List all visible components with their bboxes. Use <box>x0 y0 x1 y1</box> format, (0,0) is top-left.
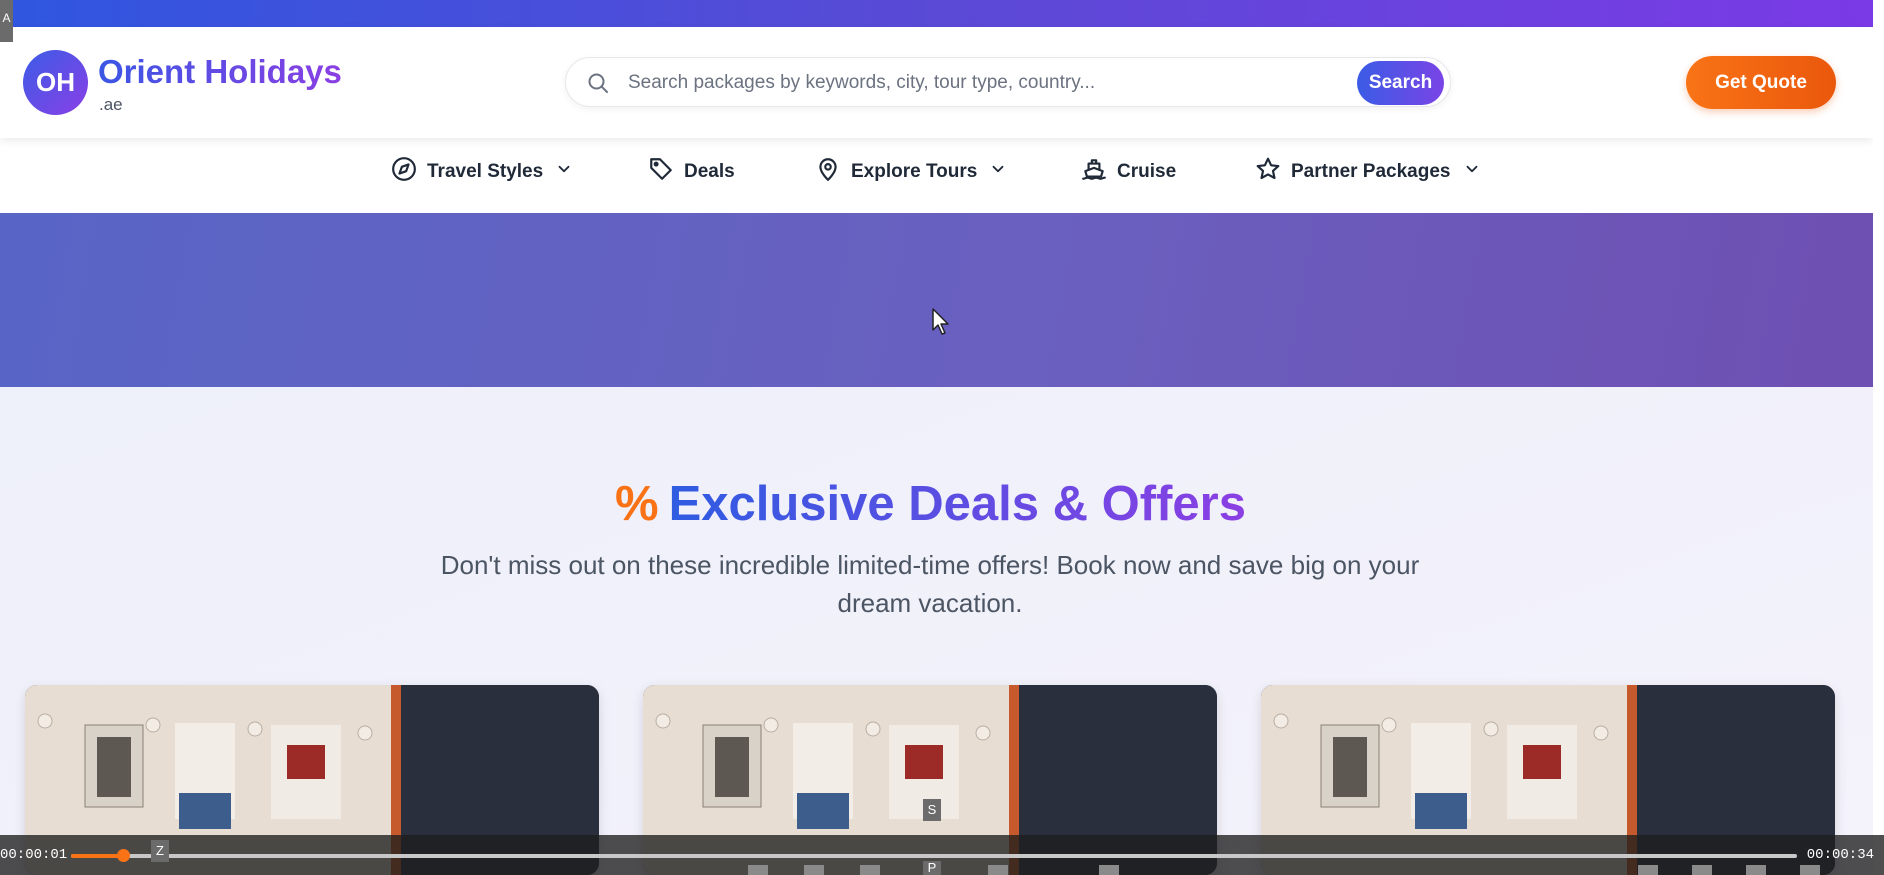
deals-title-text: Exclusive Deals & Offers <box>668 477 1246 531</box>
nav-item-explore-tours[interactable]: Explore Tours <box>815 152 1007 192</box>
nav-item-partner-packages[interactable]: Partner Packages <box>1255 152 1481 192</box>
timeline-tick <box>1099 865 1119 875</box>
percent-icon: % <box>615 477 659 531</box>
main-nav: Travel Styles Deals Explore Tours Cruise… <box>0 138 1873 213</box>
window-edge <box>1873 0 1884 875</box>
search-button[interactable]: Search <box>1357 61 1444 105</box>
search-input[interactable] <box>628 66 1308 100</box>
ship-icon <box>1081 156 1107 188</box>
tag-icon <box>648 156 674 188</box>
compass-icon <box>391 156 417 188</box>
video-player-controls: 00:00:01 00:00:34 <box>0 835 1884 875</box>
timeline-marker[interactable]: Z <box>151 840 169 862</box>
chevron-down-icon <box>555 160 573 184</box>
time-elapsed: 00:00:01 <box>0 847 68 863</box>
nav-label: Partner Packages <box>1291 161 1451 182</box>
nav-label: Cruise <box>1117 161 1177 182</box>
nav-item-travel-styles[interactable]: Travel Styles <box>391 152 573 192</box>
search-bar: Search <box>565 57 1451 107</box>
star-icon <box>1255 156 1281 188</box>
timeline-tick <box>804 865 824 875</box>
timeline-tick <box>1692 865 1712 875</box>
page: OH Orient Holidays .ae Search Get Quote … <box>0 0 1873 875</box>
timeline-marker[interactable]: P <box>923 861 941 875</box>
get-quote-button[interactable]: Get Quote <box>1686 56 1836 109</box>
logo[interactable]: OH <box>23 50 88 115</box>
corner-marker: A <box>0 0 13 42</box>
search-icon <box>586 71 610 95</box>
top-announcement-bar <box>0 0 1873 27</box>
timeline-marker[interactable]: S <box>923 799 941 821</box>
time-total: 00:00:34 <box>1806 847 1874 863</box>
brand-name[interactable]: Orient Holidays <box>98 53 342 91</box>
timeline-tick <box>1638 865 1658 875</box>
seek-track[interactable] <box>71 854 1797 858</box>
timeline-tick <box>1800 865 1820 875</box>
chevron-down-icon <box>1463 160 1481 184</box>
deals-subtitle: Don't miss out on these incredible limit… <box>440 550 1420 618</box>
nav-label: Deals <box>684 161 735 182</box>
map-pin-icon <box>815 156 841 188</box>
nav-label: Travel Styles <box>427 161 544 182</box>
nav-item-deals[interactable]: Deals <box>648 152 735 192</box>
brand-tld: .ae <box>99 95 123 114</box>
timeline-tick <box>748 865 768 875</box>
site-header: OH Orient Holidays .ae Search Get Quote <box>0 27 1873 138</box>
deals-title: % Exclusive Deals & Offers <box>0 476 1861 532</box>
mouse-cursor-icon <box>932 308 949 335</box>
seek-progress <box>71 854 123 858</box>
timeline-tick <box>1746 865 1766 875</box>
nav-label: Explore Tours <box>851 161 978 182</box>
chevron-down-icon <box>989 160 1007 184</box>
hero-banner <box>0 213 1873 387</box>
seek-handle[interactable] <box>117 849 130 862</box>
timeline-tick <box>988 865 1008 875</box>
timeline-tick <box>860 865 880 875</box>
nav-item-cruise[interactable]: Cruise <box>1081 152 1176 192</box>
